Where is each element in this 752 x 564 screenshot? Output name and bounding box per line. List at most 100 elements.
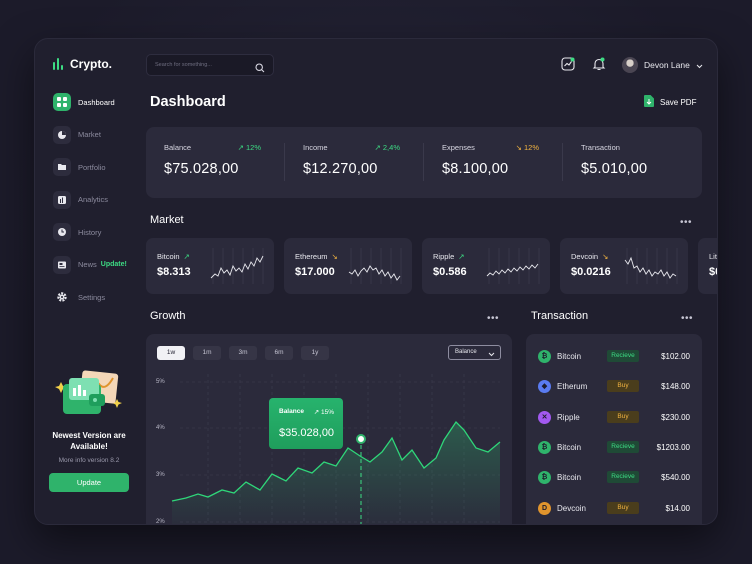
arrow-down-right-icon: ↘ — [331, 252, 338, 261]
coin-name: Bitcoin — [557, 442, 582, 452]
search-icon[interactable] — [255, 60, 265, 78]
transaction-more-icon[interactable]: ••• — [681, 314, 693, 324]
action-badge[interactable]: Recieve — [607, 441, 639, 453]
range-6m-button[interactable]: 6m — [265, 346, 293, 360]
amount: $102.00 — [661, 351, 690, 361]
sidebar-item-news[interactable]: News Update! — [53, 255, 127, 274]
arrow-up-right-icon: ↗ — [183, 252, 190, 261]
coin-price: $0.1 — [709, 266, 717, 278]
range-3m-button[interactable]: 3m — [229, 346, 257, 360]
stat-expenses: Expenses ↘ 12% $8.100,00 — [424, 139, 563, 187]
transaction-row[interactable]: ₿ Bitcoin Recieve $102.00 — [526, 346, 702, 366]
sidebar-item-market[interactable]: Market — [53, 125, 127, 144]
range-1w-button[interactable]: 1w — [157, 346, 185, 360]
market-more-icon[interactable]: ••• — [680, 218, 692, 228]
coin-name: Devcoin — [557, 503, 586, 513]
chevron-down-icon — [488, 350, 495, 363]
promo-title: Newest Version are Available! — [52, 431, 126, 451]
action-badge[interactable]: Buy — [607, 411, 639, 423]
arrow-down-right-icon: ↘ — [515, 142, 524, 152]
stats-panel: Balance ↗ 12% $75.028,00 Income ↗ 2,4% $… — [146, 127, 702, 198]
stat-label: Income — [303, 142, 328, 152]
y-tick: 2% — [156, 519, 165, 525]
stat-change: ↗ 12% — [237, 142, 261, 152]
sidebar-item-label: History — [78, 227, 102, 237]
pie-chart-icon — [53, 125, 71, 144]
action-badge[interactable]: Recieve — [607, 350, 639, 362]
notification-bell-icon[interactable] — [592, 57, 608, 73]
action-badge[interactable]: Buy — [607, 502, 639, 514]
chevron-down-icon — [696, 56, 703, 74]
sidebar-item-history[interactable]: History — [53, 223, 127, 241]
transaction-row[interactable]: D Devcoin Buy $14.00 — [526, 498, 702, 518]
transaction-row[interactable]: ◆ Etherum Buy $148.00 — [526, 376, 702, 396]
stat-value: $75.028,00 — [164, 160, 239, 177]
user-menu[interactable]: Devon Lane — [622, 56, 703, 74]
page-title: Dashboard — [150, 94, 226, 110]
wallet-illustration-icon — [47, 364, 131, 424]
coin-name: Bitcoin — [557, 472, 582, 482]
transaction-row[interactable]: ₿ Bitcoin Recieve $540.00 — [526, 467, 702, 487]
sidebar: Crypto. Dashboard Market Portfolio Analy… — [35, 39, 135, 524]
sidebar-item-analytics[interactable]: Analytics — [53, 190, 127, 209]
metric-select[interactable]: Balance — [448, 345, 501, 360]
growth-panel: 5% 4% 3% 2% 1w 1m 3m 6m 1y Balance Balan… — [146, 334, 512, 525]
logo[interactable]: Crypto. — [53, 57, 112, 71]
user-name: Devon Lane — [644, 60, 690, 70]
stat-balance: Balance ↗ 12% $75.028,00 — [146, 139, 285, 187]
arrow-up-right-icon: ↗ — [237, 142, 246, 152]
coin-name: Ethereum — [295, 252, 328, 261]
logo-text: Crypto. — [70, 57, 112, 71]
tooltip-change: ↗ 15% — [313, 409, 334, 416]
market-card-litecoin[interactable]: Litecoin $0.1 — [698, 238, 717, 294]
sparkline-chart — [486, 248, 540, 284]
tooltip-label: Balance — [279, 408, 304, 415]
sparkline-chart — [348, 248, 402, 284]
amount: $230.00 — [661, 412, 690, 422]
sidebar-item-dashboard[interactable]: Dashboard — [53, 93, 127, 111]
coin-name: Devcoin — [571, 252, 599, 261]
coin-price: $8.313 — [157, 266, 191, 278]
transaction-row[interactable]: ₿ Bitcoin Recieve $1203.00 — [526, 437, 702, 457]
bitcoin-icon: ₿ — [538, 440, 551, 454]
arrow-down-right-icon: ↘ — [602, 252, 609, 261]
coin-price: $0.0216 — [571, 266, 611, 278]
search-box — [146, 54, 274, 76]
market-card-ripple[interactable]: Ripple ↗ $0.586 — [422, 238, 550, 294]
chart-tooltip: Balance ↗ 15% $35.028,00 — [269, 398, 343, 449]
save-pdf-label: Save PDF — [660, 97, 697, 107]
amount: $540.00 — [661, 472, 690, 482]
market-card-ethereum[interactable]: Ethereum ↘ $17.000 — [284, 238, 412, 294]
update-button[interactable]: Update — [49, 473, 129, 492]
transaction-row[interactable]: ✕ Ripple Buy $230.00 — [526, 407, 702, 427]
gear-icon — [53, 288, 71, 306]
coin-name: Bitcoin — [557, 351, 582, 361]
chart-marker-dot[interactable] — [356, 434, 366, 444]
transaction-title: Transaction — [531, 310, 589, 322]
coin-price: $17.000 — [295, 266, 335, 278]
arrow-up-right-icon: ↗ — [374, 142, 383, 152]
stat-change: ↘ 12% — [515, 142, 539, 152]
sidebar-item-portfolio[interactable]: Portfolio — [53, 158, 127, 176]
coin-name: Etherum — [557, 381, 588, 391]
sidebar-item-label: Analytics — [78, 195, 109, 204]
amount: $1203.00 — [656, 442, 690, 452]
stat-change: ↗ 2,4% — [374, 142, 400, 152]
range-1m-button[interactable]: 1m — [193, 346, 221, 360]
ripple-icon: ✕ — [538, 410, 551, 424]
stat-income: Income ↗ 2,4% $12.270,00 — [285, 139, 424, 187]
ethereum-icon: ◆ — [538, 379, 551, 393]
market-card-bitcoin[interactable]: Bitcoin ↗ $8.313 — [146, 238, 274, 294]
sidebar-item-label: Dashboard — [78, 97, 115, 107]
search-input[interactable] — [147, 55, 251, 75]
sidebar-item-settings[interactable]: Settings — [53, 288, 127, 306]
market-card-devcoin[interactable]: Devcoin ↘ $0.0216 — [560, 238, 688, 294]
transaction-panel: ₿ Bitcoin Recieve $102.00 ◆ Etherum Buy … — [526, 334, 702, 524]
activity-chart-icon[interactable] — [561, 57, 577, 73]
action-badge[interactable]: Buy — [607, 380, 639, 392]
clock-icon — [53, 223, 71, 241]
growth-more-icon[interactable]: ••• — [487, 314, 499, 324]
range-1y-button[interactable]: 1y — [301, 346, 329, 360]
save-pdf-button[interactable]: Save PDF — [644, 95, 696, 109]
action-badge[interactable]: Recieve — [607, 471, 639, 483]
